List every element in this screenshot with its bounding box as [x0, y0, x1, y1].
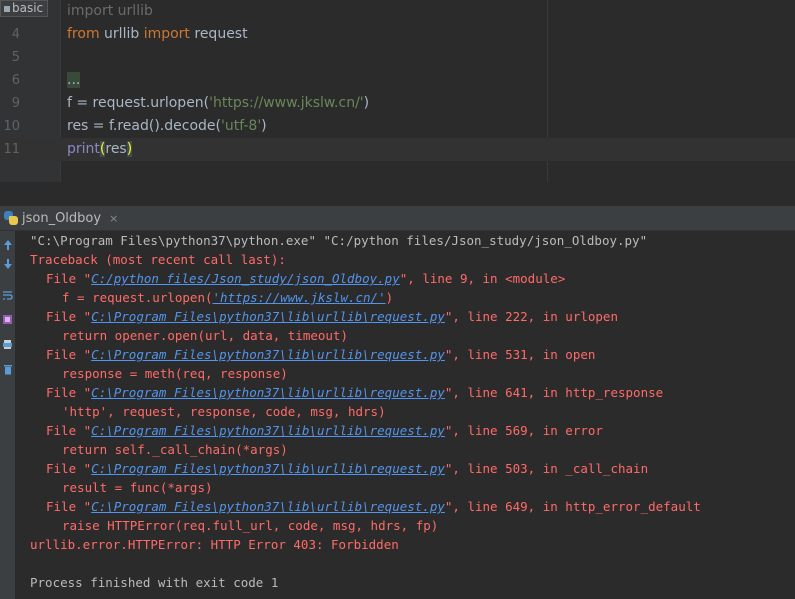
traceback-frame: File "C:\Program Files\python37\lib\urll…: [46, 309, 618, 324]
run-tool-window-header: json_Oldboy ×: [0, 206, 795, 231]
code-text: from urllib import request: [67, 23, 248, 46]
traceback-code: return opener.open(url, data, timeout): [62, 328, 348, 343]
keyword: from: [67, 26, 100, 42]
print-icon[interactable]: [0, 336, 15, 352]
traceback-frame: File "C:\Program Files\python37\lib\urll…: [46, 461, 649, 476]
line-number: 6: [11, 73, 20, 88]
traceback-frame: File "C:/python files/Json_study/json_Ol…: [46, 271, 566, 286]
traceback-code: response = meth(req, response): [62, 366, 288, 381]
line-number: 4: [11, 27, 20, 42]
settings-icon[interactable]: [0, 311, 15, 327]
run-tab-json-oldboy[interactable]: json_Oldboy ×: [2, 206, 124, 230]
import-name: request: [189, 26, 248, 42]
run-tab-label: json_Oldboy: [22, 210, 102, 226]
traceback-code: result = func(*args): [62, 480, 213, 495]
traceback-header: Traceback (most recent call last):: [30, 252, 286, 267]
file-link[interactable]: C:/python files/Json_study/json_Oldboy.p…: [91, 271, 400, 286]
string-literal: 'utf-8': [220, 118, 262, 134]
file-link[interactable]: C:\Program Files\python37\lib\urllib\req…: [91, 347, 445, 362]
error-message: urllib.error.HTTPError: HTTP Error 403: …: [30, 537, 399, 552]
code-line[interactable]: 6 ...: [0, 69, 795, 92]
code-text: f = request.urlopen('https://www.jkslw.c…: [67, 92, 369, 115]
code-line[interactable]: import urllib: [0, 0, 795, 23]
keyword: import: [143, 26, 190, 42]
code-line[interactable]: 10 res = f.read().decode('utf-8'): [0, 115, 795, 138]
code-segment: ): [261, 118, 267, 134]
code-editor[interactable]: import urllib basic 4 from urllib import…: [0, 0, 795, 182]
code-segment: f = request.urlopen(: [67, 95, 210, 111]
line-number: 5: [11, 50, 20, 65]
run-console-output[interactable]: "C:\Program Files\python37\python.exe" "…: [15, 231, 795, 599]
code-text: ...: [67, 69, 81, 92]
code-segment: ): [363, 95, 370, 111]
line-number: 11: [3, 142, 20, 157]
wrap-icon[interactable]: [0, 287, 15, 303]
folded-code-marker[interactable]: ...: [67, 72, 81, 88]
line-number: 9: [11, 96, 20, 111]
code-line[interactable]: 5: [0, 46, 795, 69]
traceback-code: return self._call_chain(*args): [62, 442, 288, 457]
exit-status: Process finished with exit code 1: [30, 575, 279, 590]
traceback-frame: File "C:\Program Files\python37\lib\urll…: [46, 347, 596, 362]
trash-icon[interactable]: [0, 361, 15, 377]
traceback-frame: File "C:\Program Files\python37\lib\urll…: [46, 423, 603, 438]
up-arrow-icon[interactable]: [0, 237, 15, 253]
code-text: import urllib: [67, 3, 153, 19]
file-link[interactable]: C:\Program Files\python37\lib\urllib\req…: [91, 309, 445, 324]
panel-splitter[interactable]: [0, 182, 795, 206]
code-line[interactable]: 9 f = request.urlopen('https://www.jkslw…: [0, 92, 795, 115]
close-icon[interactable]: ×: [109, 212, 118, 225]
code-text: print(res): [67, 138, 133, 161]
code-line[interactable]: 4 from urllib import request: [0, 23, 795, 46]
run-toolbar: [0, 231, 15, 599]
builtin-function: print: [67, 141, 100, 157]
line-number: 10: [3, 119, 20, 134]
url-link[interactable]: 'https://www.jkslw.cn/': [213, 290, 386, 305]
file-link[interactable]: C:\Program Files\python37\lib\urllib\req…: [91, 423, 445, 438]
breadcrumb-basic[interactable]: basic: [0, 0, 49, 17]
breadcrumb-label: basic: [12, 1, 44, 15]
module-icon: [4, 5, 10, 12]
python-icon: [4, 211, 18, 225]
traceback-frame: File "C:\Program Files\python37\lib\urll…: [46, 499, 701, 514]
code-segment: res: [105, 141, 127, 157]
traceback-frame: File "C:\Program Files\python37\lib\urll…: [46, 385, 664, 400]
traceback-code: 'http', request, response, code, msg, hd…: [62, 404, 386, 419]
string-literal: 'https://www.jkslw.cn/': [209, 95, 364, 111]
code-text: res = f.read().decode('utf-8'): [67, 115, 267, 138]
file-link[interactable]: C:\Program Files\python37\lib\urllib\req…: [91, 385, 445, 400]
console-command-line: "C:\Program Files\python37\python.exe" "…: [30, 233, 648, 248]
traceback-code: raise HTTPError(req.full_url, code, msg,…: [62, 518, 439, 533]
code-line-current[interactable]: 11 print(res): [0, 138, 795, 161]
traceback-code: f = request.urlopen('https://www.jkslw.c…: [62, 290, 394, 305]
matched-paren: ): [126, 141, 133, 157]
file-link[interactable]: C:\Program Files\python37\lib\urllib\req…: [91, 499, 445, 514]
code-segment: res = f.read().decode(: [67, 118, 221, 134]
module-name: urllib: [99, 26, 144, 42]
file-link[interactable]: C:\Program Files\python37\lib\urllib\req…: [91, 461, 445, 476]
down-arrow-icon[interactable]: [0, 256, 15, 272]
